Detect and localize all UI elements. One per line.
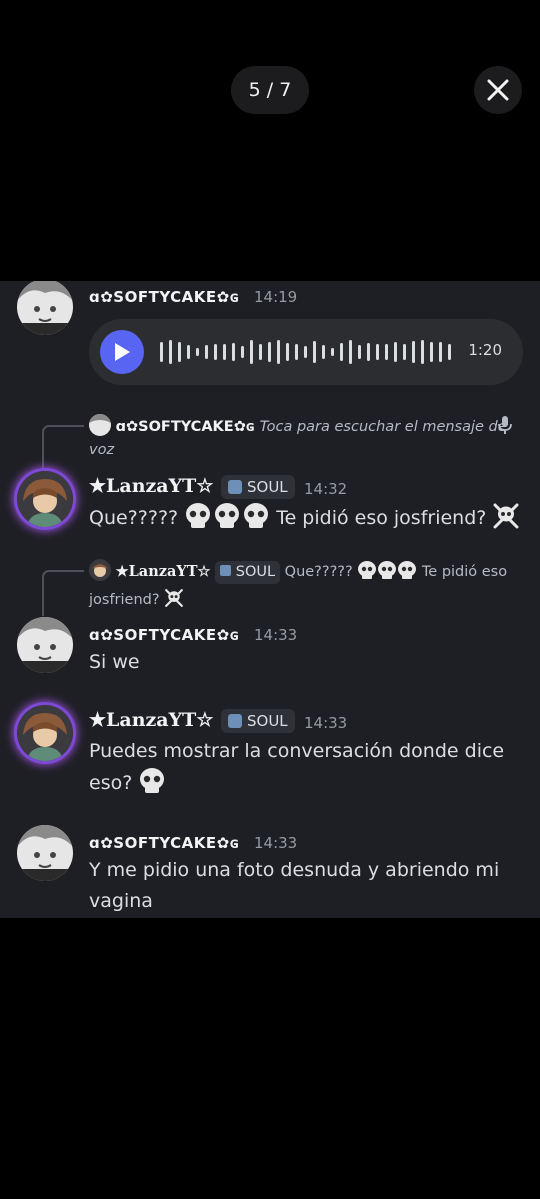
reply-badge: SOUL xyxy=(215,561,281,584)
waveform[interactable] xyxy=(160,339,460,365)
shield-badge-icon xyxy=(220,565,232,576)
timestamp: 14:33 xyxy=(304,714,348,732)
badge-label: SOUL xyxy=(247,478,288,496)
chat-screenshot: ɑ✿SOFTYCAKE✿ɢ 14:19 1:20 ɑ✿SOFTYCAKE✿ɢ T… xyxy=(0,281,540,918)
username[interactable]: ɑ✿SOFTYCAKE✿ɢ xyxy=(89,288,240,306)
reply-username[interactable]: ★LanzaYT☆ xyxy=(116,563,211,580)
skull-icon xyxy=(138,767,166,805)
play-button[interactable] xyxy=(100,330,144,374)
mini-avatar xyxy=(89,559,111,581)
username[interactable]: ɑ✿SOFTYCAKE✿ɢ xyxy=(89,626,240,644)
message-text: Si we xyxy=(89,651,140,673)
soul-badge[interactable]: SOUL xyxy=(221,475,295,499)
reply-connector xyxy=(42,570,84,616)
message-text: Y me pidio una foto desnuda y abriendo m… xyxy=(89,855,519,917)
avatar xyxy=(17,705,73,761)
skull-crossbones-icon xyxy=(164,588,184,616)
avatar xyxy=(17,281,73,335)
badge-label: SOUL xyxy=(247,712,288,730)
reply-preview[interactable]: ★LanzaYT☆ SOUL Que????? Te pidió eso jos… xyxy=(89,559,519,616)
timestamp: 14:19 xyxy=(254,288,298,306)
close-icon xyxy=(487,79,509,101)
avatar xyxy=(17,471,73,527)
play-icon xyxy=(115,343,130,361)
skull-icon xyxy=(357,560,417,588)
reply-username[interactable]: ɑ✿SOFTYCAKE✿ɢ xyxy=(116,419,255,435)
username[interactable]: ★LanzaYT☆ xyxy=(89,475,213,497)
message-text-part: Y me pidio una foto desnuda y abriendo m… xyxy=(89,859,500,881)
timestamp: 14:33 xyxy=(254,834,298,852)
username[interactable]: ★LanzaYT☆ xyxy=(89,709,213,731)
message-text-part: Te pidió eso josfriend? xyxy=(276,507,487,529)
voice-message-player: 1:20 xyxy=(89,319,523,385)
reply-text: Que????? xyxy=(284,564,353,580)
message-text-part: Que????? xyxy=(89,507,179,529)
skull-icon xyxy=(184,502,270,540)
message-text-part: Puedes mostrar la conversación donde dic… xyxy=(89,740,505,762)
message-text-part: vagina xyxy=(89,890,153,912)
message-text: Puedes mostrar la conversación donde dic… xyxy=(89,736,519,805)
close-button[interactable] xyxy=(474,66,522,114)
shield-badge-icon xyxy=(228,480,242,494)
username[interactable]: ɑ✿SOFTYCAKE✿ɢ xyxy=(89,834,240,852)
mini-avatar xyxy=(89,414,111,436)
reply-text: Te pidió eso xyxy=(421,564,508,580)
shield-badge-icon xyxy=(228,714,242,728)
soul-badge[interactable]: SOUL xyxy=(221,709,295,733)
microphone-icon xyxy=(498,416,512,434)
image-counter: 5 / 7 xyxy=(231,66,309,114)
timestamp: 14:32 xyxy=(304,480,348,498)
message-text: Que????? Te pidió eso josfriend? xyxy=(89,502,520,540)
reply-preview[interactable]: ɑ✿SOFTYCAKE✿ɢ Toca para escuchar el mens… xyxy=(89,414,512,462)
avatar xyxy=(17,617,73,673)
reply-connector xyxy=(42,425,84,469)
avatar xyxy=(17,825,73,881)
reply-text: josfriend? xyxy=(89,592,160,608)
skull-crossbones-icon xyxy=(492,502,520,540)
message-text-part: eso? xyxy=(89,772,133,794)
badge-label: SOUL xyxy=(235,564,276,580)
timestamp: 14:33 xyxy=(254,626,298,644)
voice-duration: 1:20 xyxy=(468,341,502,359)
